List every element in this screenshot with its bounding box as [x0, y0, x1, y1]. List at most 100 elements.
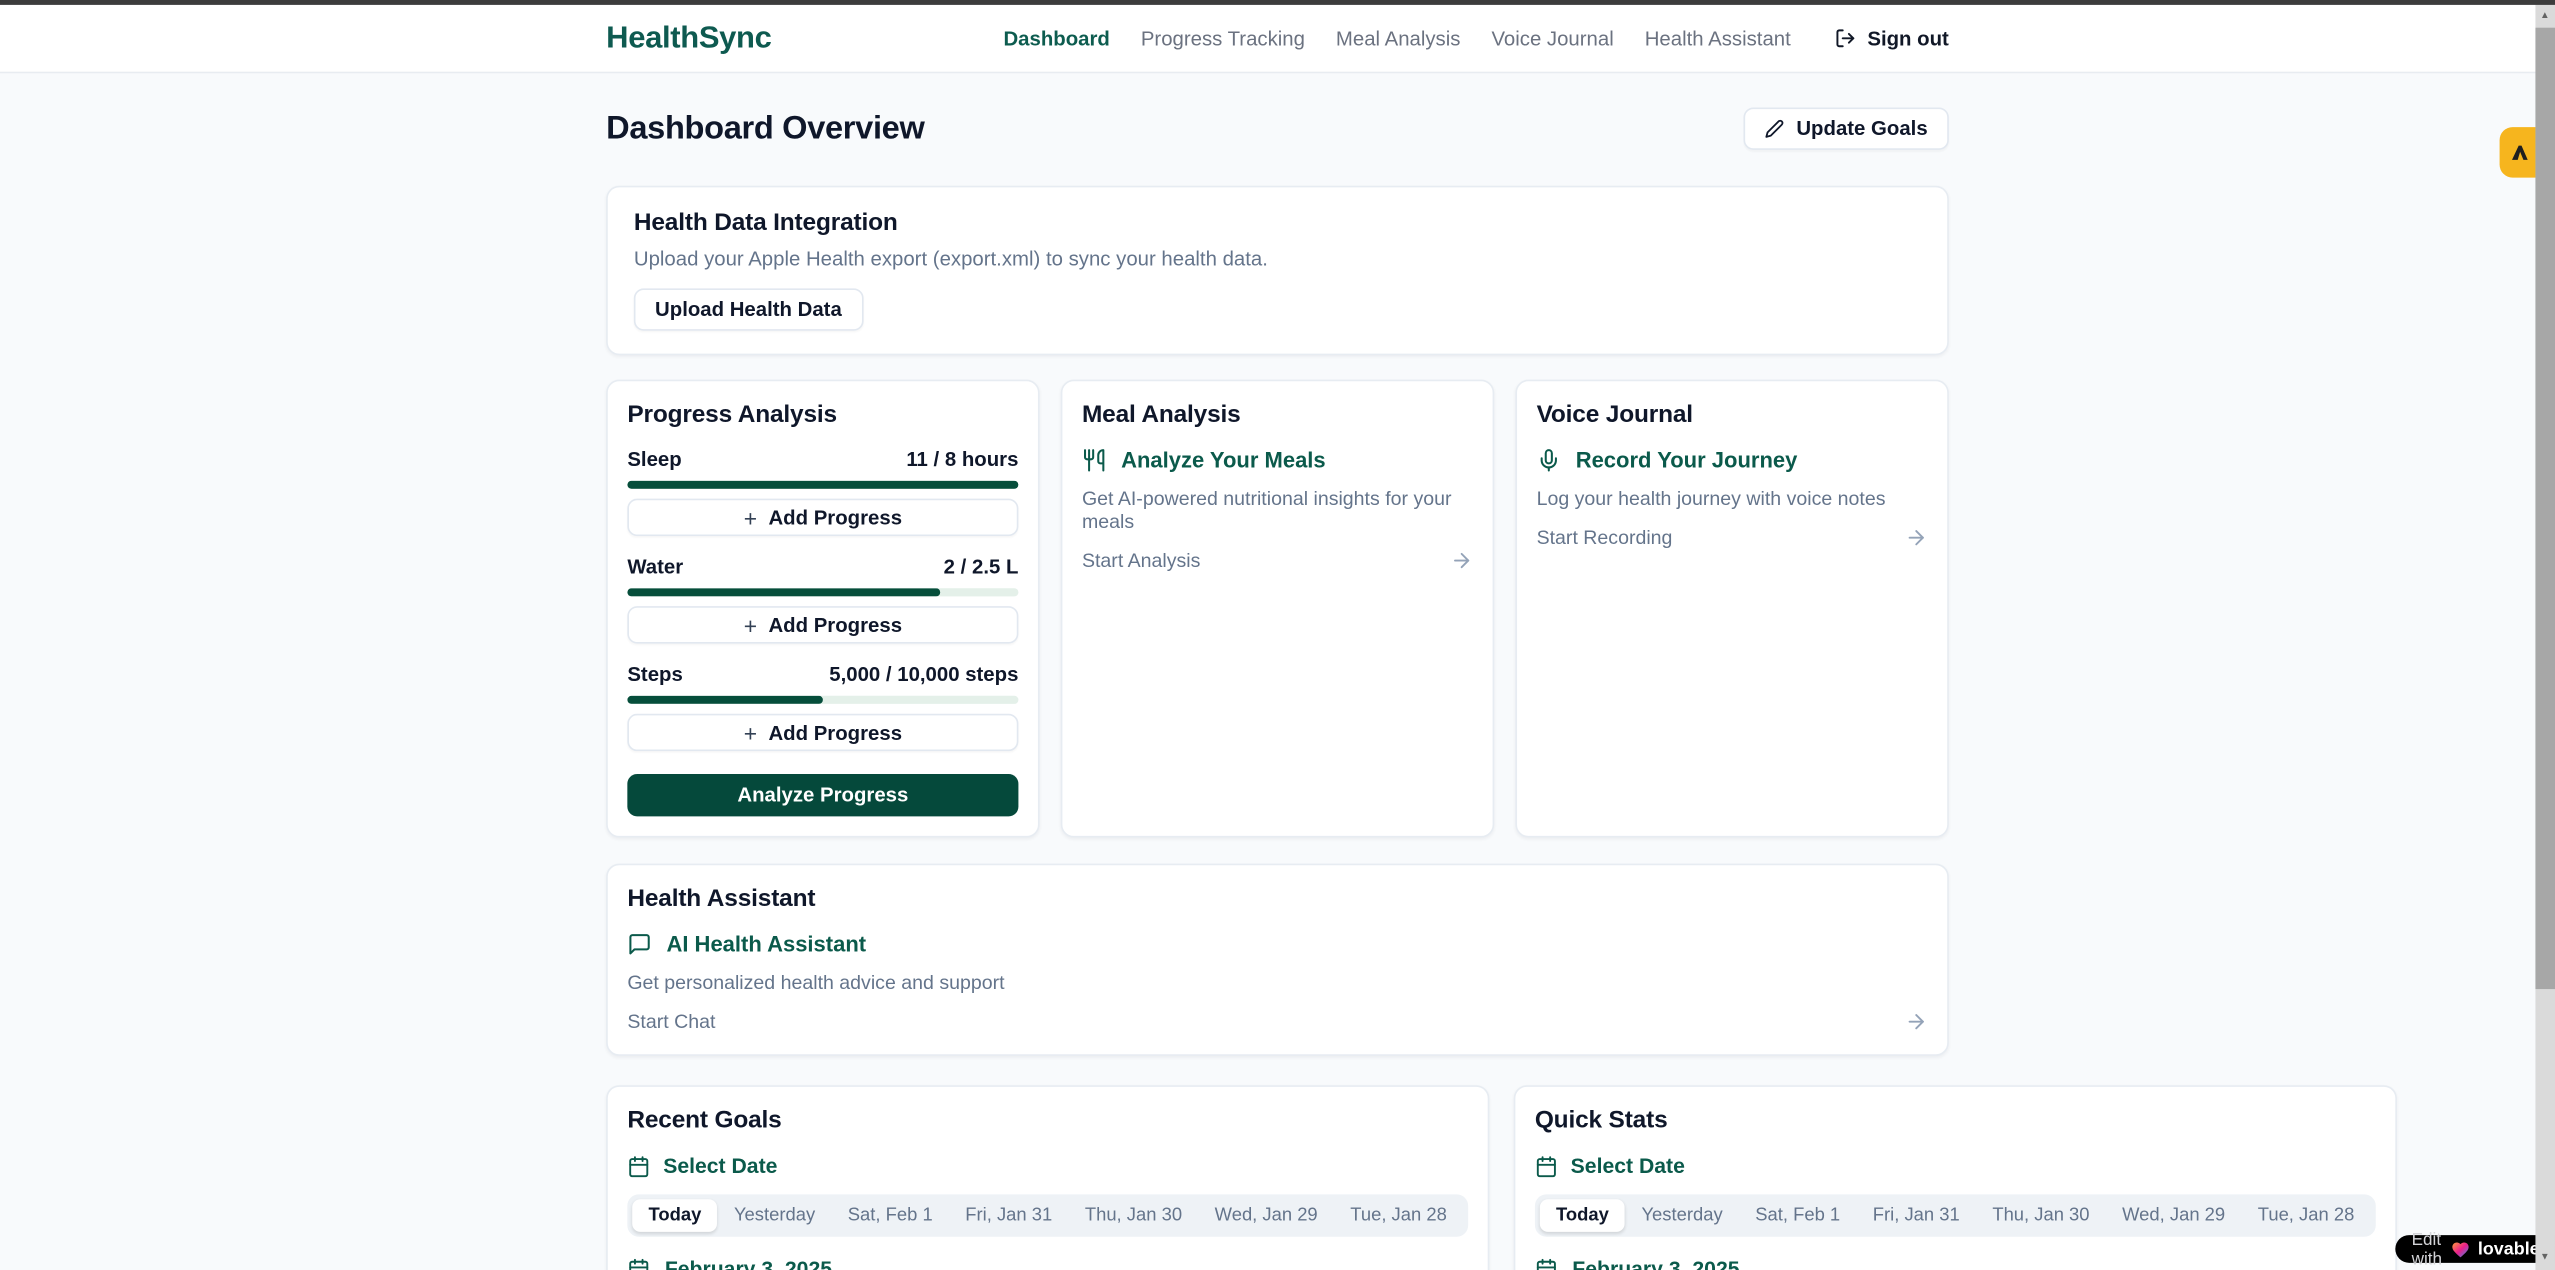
ai-health-assistant-link[interactable]: AI Health Assistant	[627, 932, 1927, 956]
date-tab-wed-jan-29[interactable]: Wed, Jan 29	[2106, 1199, 2242, 1232]
water-metric: Water 2 / 2.5 L +Add Progress	[627, 556, 1018, 644]
nav-item-dashboard[interactable]: Dashboard	[1003, 27, 1109, 50]
scrollbar-up-arrow[interactable]: ▲	[2535, 5, 2555, 26]
water-value: 2 / 2.5 L	[944, 556, 1019, 579]
start-recording-action[interactable]: Start Recording	[1537, 526, 1673, 549]
start-analysis-action[interactable]: Start Analysis	[1082, 549, 1200, 572]
voice-journal-description: Log your health journey with voice notes	[1537, 487, 1928, 510]
nav-item-meal-analysis[interactable]: Meal Analysis	[1336, 27, 1461, 50]
date-tab-today[interactable]: Today	[1540, 1199, 1625, 1232]
sign-out-button[interactable]: Sign out	[1835, 27, 1949, 50]
sleep-label: Sleep	[627, 448, 681, 471]
arrow-right-icon[interactable]	[1450, 549, 1473, 572]
health-assistant-title: Health Assistant	[627, 885, 1927, 913]
log-out-icon	[1835, 28, 1856, 49]
date-tab-wed-jan-29[interactable]: Wed, Jan 29	[1198, 1199, 1334, 1232]
analyze-your-meals-label: Analyze Your Meals	[1121, 448, 1326, 472]
date-tab-yesterday[interactable]: Yesterday	[718, 1199, 832, 1232]
upload-health-data-button[interactable]: Upload Health Data	[634, 288, 863, 330]
progress-analysis-title: Progress Analysis	[627, 401, 1018, 429]
steps-progress-bar	[627, 696, 1018, 704]
analyze-your-meals-link[interactable]: Analyze Your Meals	[1082, 448, 1473, 472]
meal-analysis-title: Meal Analysis	[1082, 401, 1473, 429]
top-navbar: HealthSync Dashboard Progress Tracking M…	[0, 5, 2555, 73]
water-progress-bar	[627, 588, 1018, 596]
sleep-progress-bar	[627, 481, 1018, 489]
edit-with-lovable-badge[interactable]: Edit with lovable ×	[2395, 1235, 2555, 1263]
scrollbar-thumb[interactable]	[2535, 28, 2555, 989]
nav-item-health-assistant[interactable]: Health Assistant	[1645, 27, 1791, 50]
start-chat-action[interactable]: Start Chat	[627, 1010, 715, 1033]
calendar-icon	[627, 1257, 650, 1270]
recent-goals-select-date[interactable]: Select Date	[627, 1154, 1468, 1178]
quick-stats-title: Quick Stats	[1535, 1106, 2376, 1134]
health-data-title: Health Data Integration	[634, 209, 1921, 237]
date-tab-tue-jan-28[interactable]: Tue, Jan 28	[2241, 1199, 2370, 1232]
plus-icon: +	[744, 721, 757, 744]
date-tab-tue-jan-28[interactable]: Tue, Jan 28	[1334, 1199, 1463, 1232]
add-sleep-progress-button[interactable]: +Add Progress	[627, 499, 1018, 536]
date-tab-sat-feb-1[interactable]: Sat, Feb 1	[831, 1199, 949, 1232]
quick-stats-current-date: February 3, 2025	[1535, 1256, 2376, 1270]
quick-stats-select-date[interactable]: Select Date	[1535, 1154, 2376, 1178]
recent-goals-card: Recent Goals Select Date Today Yesterday…	[606, 1085, 1489, 1270]
nav-item-progress-tracking[interactable]: Progress Tracking	[1141, 27, 1305, 50]
date-tab-fri-jan-31[interactable]: Fri, Jan 31	[1856, 1199, 1976, 1232]
date-tab-thu-jan-30[interactable]: Thu, Jan 30	[1976, 1199, 2106, 1232]
steps-label: Steps	[627, 663, 682, 686]
scrollbar-down-arrow[interactable]: ▼	[2535, 1247, 2555, 1268]
current-date-label: February 3, 2025	[1572, 1256, 1739, 1270]
steps-value: 5,000 / 10,000 steps	[829, 663, 1018, 686]
sleep-metric: Sleep 11 / 8 hours +Add Progress	[627, 448, 1018, 536]
sleep-value: 11 / 8 hours	[906, 448, 1018, 471]
recent-goals-current-date: February 3, 2025	[627, 1256, 1468, 1270]
date-tab-thu-jan-30[interactable]: Thu, Jan 30	[1069, 1199, 1199, 1232]
ai-health-assistant-label: AI Health Assistant	[666, 932, 866, 956]
meal-analysis-card: Meal Analysis Analyze Your Meals Get AI-…	[1061, 380, 1494, 838]
steps-metric: Steps 5,000 / 10,000 steps + Add Progress	[627, 663, 1018, 751]
select-date-label: Select Date	[1571, 1154, 1685, 1178]
lovable-label: lovable	[2478, 1239, 2540, 1259]
recent-goals-date-tabs: Today Yesterday Sat, Feb 1 Fri, Jan 31 T…	[627, 1194, 1468, 1236]
health-data-integration-card: Health Data Integration Upload your Appl…	[606, 186, 1949, 355]
date-tab-fri-jan-31[interactable]: Fri, Jan 31	[949, 1199, 1069, 1232]
calendar-icon	[1535, 1257, 1558, 1270]
recent-goals-title: Recent Goals	[627, 1106, 1468, 1134]
sign-out-label: Sign out	[1867, 27, 1948, 50]
utensils-icon	[1082, 448, 1106, 472]
vertical-scrollbar[interactable]: ▲ ▼	[2535, 0, 2555, 1270]
pencil-icon	[1765, 119, 1785, 139]
date-tab-today[interactable]: Today	[632, 1199, 717, 1232]
date-tab-sat-feb-1[interactable]: Sat, Feb 1	[1739, 1199, 1857, 1232]
arrow-right-icon[interactable]	[1905, 526, 1928, 549]
select-date-label: Select Date	[663, 1154, 777, 1178]
page-title: Dashboard Overview	[606, 110, 924, 147]
lovable-edit-widget-button[interactable]	[2500, 127, 2539, 178]
current-date-label: February 3, 2025	[665, 1256, 832, 1270]
arrow-right-icon[interactable]	[1905, 1010, 1928, 1033]
quick-stats-date-tabs: Today Yesterday Sat, Feb 1 Fri, Jan 31 T…	[1535, 1194, 2376, 1236]
update-goals-label: Update Goals	[1796, 117, 1927, 140]
window-top-edge	[0, 0, 2555, 5]
lovable-a-logo-icon	[2508, 141, 2531, 164]
plus-icon: +	[744, 613, 757, 636]
progress-analysis-card: Progress Analysis Sleep 11 / 8 hours +Ad…	[606, 380, 1039, 838]
chat-bubble-icon	[627, 932, 651, 956]
calendar-icon	[627, 1154, 650, 1177]
water-label: Water	[627, 556, 683, 579]
nav-links: Dashboard Progress Tracking Meal Analysi…	[1003, 27, 1948, 50]
add-steps-progress-button[interactable]: + Add Progress	[627, 714, 1018, 751]
meal-analysis-description: Get AI-powered nutritional insights for …	[1082, 487, 1473, 533]
health-data-description: Upload your Apple Health export (export.…	[634, 248, 1921, 271]
add-progress-label: Add Progress	[768, 721, 902, 744]
update-goals-button[interactable]: Update Goals	[1744, 108, 1949, 150]
record-your-journey-link[interactable]: Record Your Journey	[1537, 448, 1928, 472]
analyze-progress-button[interactable]: Analyze Progress	[627, 774, 1018, 816]
edit-with-label: Edit with	[2412, 1229, 2442, 1268]
date-tab-yesterday[interactable]: Yesterday	[1625, 1199, 1739, 1232]
plus-icon: +	[744, 506, 757, 529]
app-root: HealthSync Dashboard Progress Tracking M…	[0, 0, 2555, 1270]
lovable-heart-icon	[2450, 1240, 2470, 1258]
nav-item-voice-journal[interactable]: Voice Journal	[1491, 27, 1613, 50]
add-water-progress-button[interactable]: +Add Progress	[627, 606, 1018, 643]
